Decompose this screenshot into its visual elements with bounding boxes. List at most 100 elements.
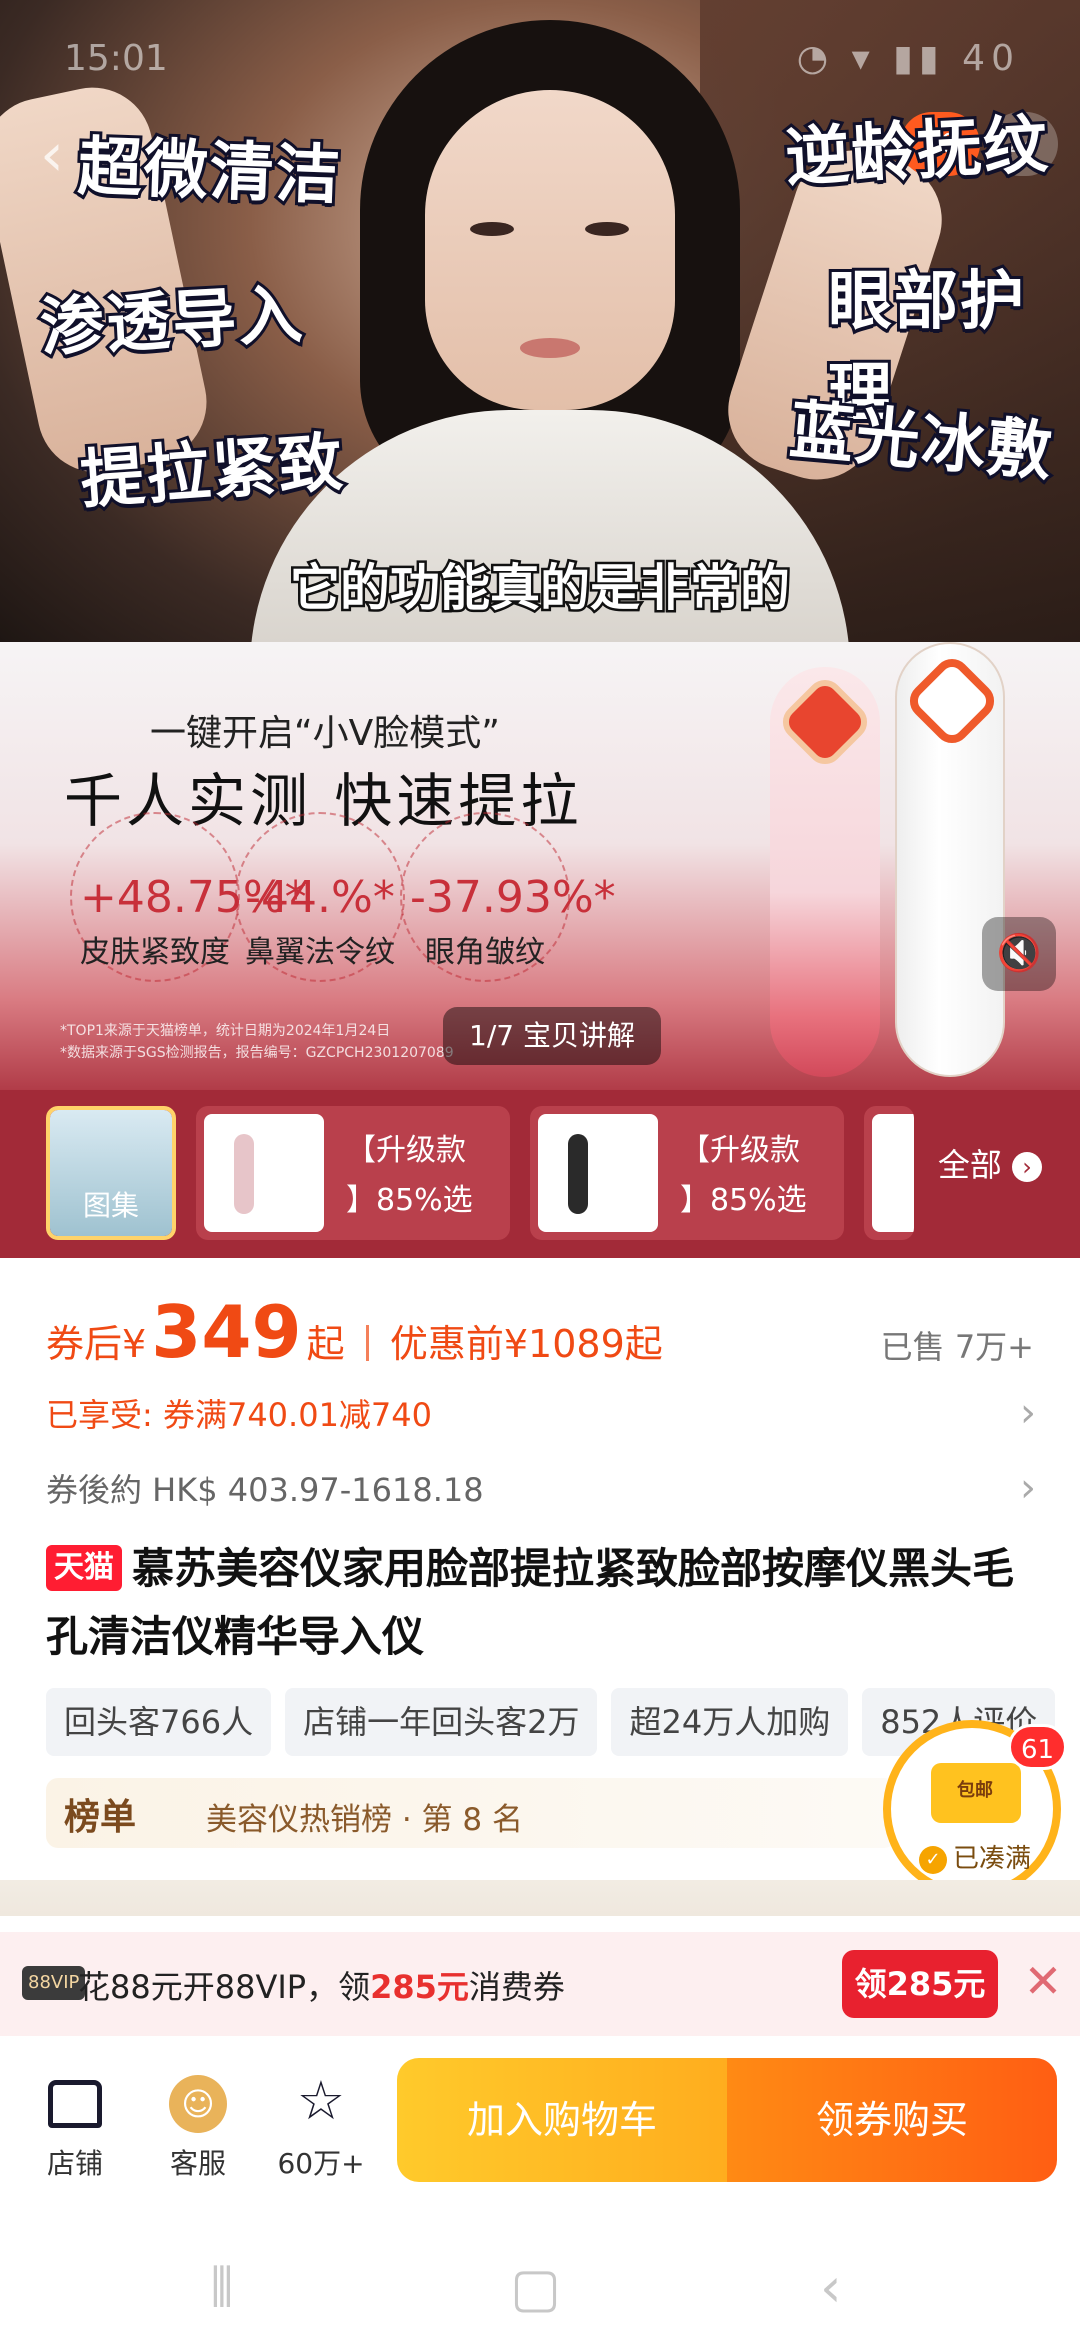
thumb-caption: 图集 [82, 1189, 139, 1222]
thumb-label: 【升级款 】85%选 [680, 1133, 807, 1218]
thumb-variant[interactable]: 【升级款 】85%选 [530, 1106, 844, 1240]
price-divider [365, 1325, 369, 1361]
stat-value: -44.%* [245, 872, 395, 923]
system-navigation-bar: ⦀ ▢ ‹ [0, 2236, 1080, 2340]
product-banner[interactable]: 一键开启“小V脸模式” 千人实测 快速提拉 +48.75%* 皮肤紧致度 -44… [0, 642, 1080, 1090]
thumb-variant-partial[interactable] [864, 1106, 914, 1240]
chevron-right-icon: › [1020, 1390, 1036, 1436]
promo-text: 已享受: 券满740.01减740 [46, 1396, 433, 1434]
device-head [775, 672, 875, 772]
vip-text-a: 花88元开88VIP，领 [78, 1968, 371, 2006]
price-suffix: 起 [306, 1322, 345, 1366]
free-shipping-label: 包邮 [957, 1780, 993, 1801]
recent-apps-icon[interactable]: ⦀ [210, 2256, 234, 2320]
vip-promo-bar[interactable]: 88VIP 花88元开88VIP，领285元消费券 领285元 ✕ [0, 1932, 1080, 2036]
banner-footnotes: *TOP1来源于天猫榜单，统计日期为2024年1月24日 *数据来源于SGS检测… [60, 1020, 454, 1064]
thumb-gallery[interactable]: 图集 [46, 1106, 176, 1240]
tag-chip[interactable]: 超24万人加购 [611, 1688, 849, 1756]
feature-sticker: 提拉紧致 [75, 423, 350, 521]
tmall-badge: 天猫 [46, 1545, 122, 1591]
thumb-label: 【升级款 】85%选 [346, 1133, 473, 1218]
sold-count: 已售 7万+ [880, 1328, 1034, 1366]
shipping-status: ✓ 已凑满 [919, 1838, 1031, 1875]
stat-value: -37.93%* [410, 872, 616, 923]
star-icon: ☆ [296, 2069, 346, 2132]
thumb-image [538, 1114, 658, 1232]
footnote: *数据来源于SGS检测报告，报告编号：GZCPCH2301207089 [60, 1045, 454, 1061]
device-image-pink [770, 667, 880, 1077]
section-divider [0, 1880, 1080, 1916]
thumb-variant[interactable]: 【升级款 】85%选 [196, 1106, 510, 1240]
presenter-eye-left [470, 222, 514, 236]
product-title: 天猫 慕苏美容仪家用脸部提拉紧致脸部按摩仪黑头毛孔清洁仪精华导入仪 [46, 1535, 1036, 1671]
ranking-bar[interactable]: 榜单 美容仪热销榜 · 第 8 名 [46, 1778, 896, 1848]
vip-badge: 88VIP [22, 1966, 86, 2000]
shipping-status-text: 已凑满 [953, 1844, 1032, 1874]
device-image-white [895, 642, 1005, 1077]
feature-sticker: 超微清洁 [74, 127, 346, 216]
stat-label: 眼角皱纹 [425, 935, 545, 970]
back-icon[interactable]: ‹ [820, 2256, 842, 2319]
tag-chip[interactable]: 回头客766人 [46, 1688, 272, 1756]
footnote: *TOP1来源于天猫榜单，统计日期为2024年1月24日 [60, 1023, 391, 1039]
tag-chip[interactable]: 店铺一年回头客2万 [285, 1688, 598, 1756]
banner-subtitle: 一键开启“小V脸模式” [150, 713, 500, 754]
chevron-right-icon: › [1020, 1465, 1036, 1511]
ranking-badge: 榜单 [64, 1797, 137, 1838]
stat-label: 鼻翼法令纹 [245, 935, 395, 970]
promo-applied-row[interactable]: 已享受: 券满740.01减740 › [46, 1390, 1036, 1436]
original-price: 优惠前¥1089起 [389, 1322, 663, 1366]
product-video[interactable]: 15:01 ◔ ▾ ▮▮ 40 ‹ 66 24 超微清洁 渗透导入 提拉紧致 逆… [0, 0, 1080, 642]
presenter-face [425, 90, 675, 410]
nav-customer-service[interactable]: ☺ 客服 [143, 2066, 253, 2182]
check-icon: ✓ [919, 1846, 947, 1874]
hk-price-text: 券後約 HK$ 403.97-1618.18 [46, 1471, 484, 1509]
ranking-text: 美容仪热销榜 · 第 8 名 [206, 1802, 523, 1838]
video-subtitle: 它的功能真的是非常的 [288, 557, 793, 620]
thumb-image [872, 1114, 914, 1232]
stat-skin-firmness: +48.75%* 皮肤紧致度 [70, 812, 307, 982]
stat-nasolabial: -44.%* 鼻翼法令纹 [235, 812, 405, 982]
feature-sticker: 渗透导入 [36, 275, 310, 369]
presenter-lips [520, 338, 580, 358]
customer-service-icon: ☺ [143, 2066, 253, 2136]
stat-label: 皮肤紧致度 [80, 935, 230, 970]
claim-coupon-button[interactable]: 领285元 [842, 1950, 998, 2018]
nav-label: 客服 [169, 2147, 226, 2180]
nav-label: 店铺 [46, 2147, 103, 2180]
view-all-link[interactable]: 全部 › [938, 1140, 1042, 1186]
close-icon[interactable]: ✕ [1018, 1956, 1068, 2006]
product-title-text: 慕苏美容仪家用脸部提拉紧致脸部按摩仪黑头毛孔清洁仪精华导入仪 [46, 1544, 1015, 1661]
chevron-right-icon: › [1012, 1152, 1042, 1182]
nav-favorite[interactable]: ☆ 60万+ [266, 2066, 376, 2182]
media-thumbnail-strip: 图集 【升级款 】85%选 【升级款 】85%选 全部 › [0, 1090, 1080, 1258]
home-icon[interactable]: ▢ [510, 2256, 561, 2319]
stat-value: +48.75%* [80, 872, 307, 923]
stat-eye-wrinkles: -37.93%* 眼角皱纹 [400, 812, 616, 982]
device-thumbnail [234, 1134, 254, 1214]
thumb-image [204, 1114, 324, 1232]
vip-text-b: 消费券 [468, 1968, 565, 2006]
add-to-cart-button[interactable]: 加入购物车 [397, 2058, 727, 2182]
vip-text: 花88元开88VIP，领285元消费券 [78, 1962, 565, 2008]
vip-highlight: 285元 [370, 1968, 469, 2006]
status-time: 15:01 [64, 38, 168, 79]
status-icons: ◔ ▾ ▮▮ 40 [796, 38, 1020, 79]
media-pager[interactable]: 1/7 宝贝讲解 [443, 1007, 661, 1065]
cart-count-badge: 61 [1008, 1724, 1068, 1770]
hk-price-row[interactable]: 券後約 HK$ 403.97-1618.18 › [46, 1465, 1036, 1511]
nav-store[interactable]: 店铺 [20, 2066, 130, 2182]
price-amount: 349 [151, 1290, 302, 1374]
price-prefix: 券后¥ [46, 1322, 147, 1366]
view-all-label: 全部 [937, 1146, 1002, 1184]
status-bar: 15:01 ◔ ▾ ▮▮ 40 [0, 30, 1080, 90]
store-icon [20, 2066, 130, 2136]
nav-label: 60万+ [277, 2147, 365, 2180]
mute-icon[interactable]: 🔇 [982, 917, 1056, 991]
buy-with-coupon-button[interactable]: 领券购买 [727, 2058, 1057, 2182]
bottom-action-bar: 店铺 ☺ 客服 ☆ 60万+ 加入购物车 领券购买 [0, 2036, 1080, 2236]
device-thumbnail [568, 1134, 588, 1214]
presenter-eye-right [585, 222, 629, 236]
feature-sticker: 逆龄抚纹 [781, 105, 1055, 199]
device-head [902, 651, 1002, 751]
